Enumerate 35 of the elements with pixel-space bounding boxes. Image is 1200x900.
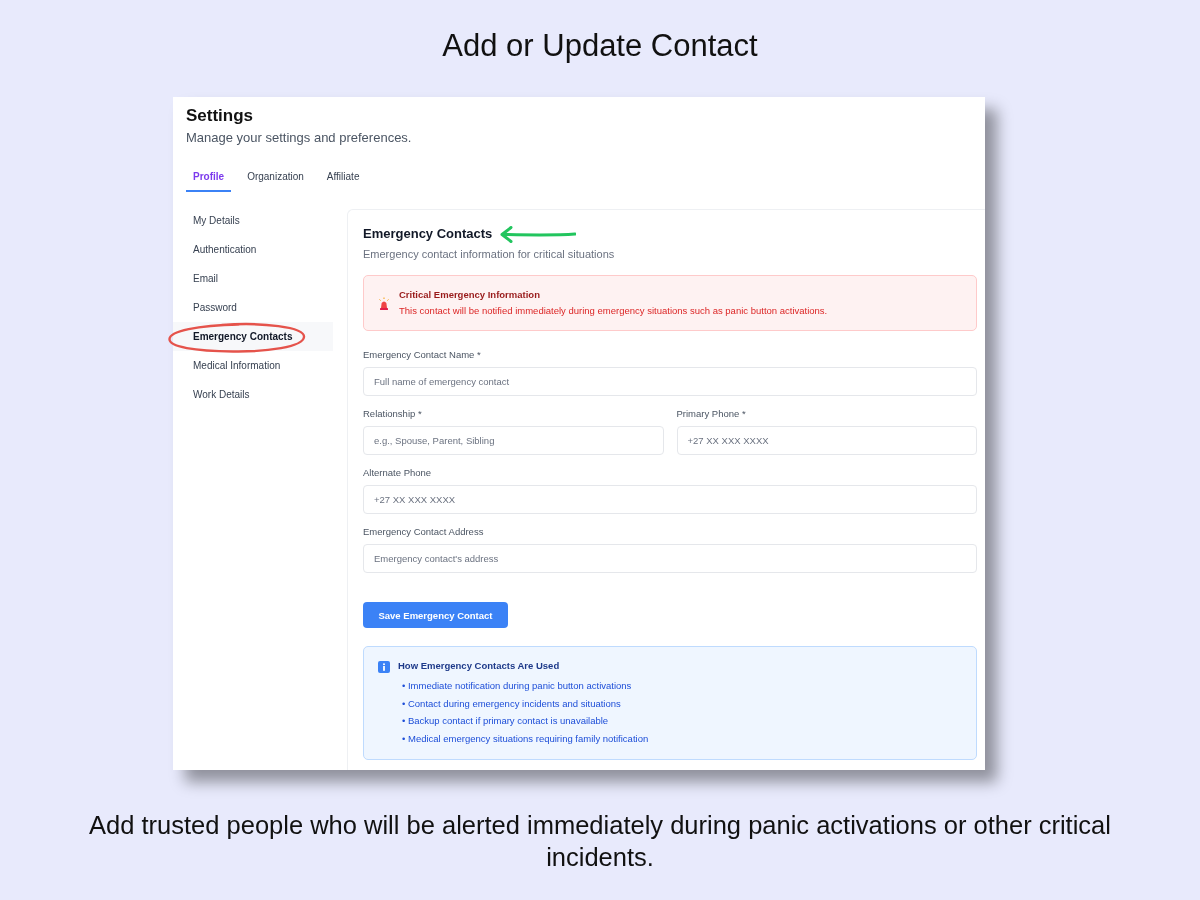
input-field[interactable]: +27 XX XXX XXXX — [363, 485, 977, 514]
sidebar-item[interactable]: My Details — [173, 206, 333, 235]
input-field[interactable]: +27 XX XXX XXXX — [676, 426, 977, 455]
input-field[interactable]: Full name of emergency contact — [363, 367, 977, 396]
settings-title: Settings — [186, 105, 255, 127]
input-field[interactable]: e.g., Spouse, Parent, Sibling — [363, 426, 664, 455]
siren-icon — [378, 296, 390, 310]
page-heading: Add or Update Contact — [442, 27, 758, 65]
field-label: Primary Phone * — [676, 408, 747, 420]
tab[interactable]: Profile — [186, 162, 232, 192]
field-label: Emergency Contact Address — [363, 526, 485, 538]
alert-title: Critical Emergency Information — [399, 288, 541, 302]
info-icon — [378, 661, 390, 673]
field-label: Relationship * — [363, 408, 423, 420]
info-item: • Contact during emergency incidents and situations — [401, 696, 622, 711]
sidebar-item[interactable]: Work Details — [173, 380, 333, 409]
info-item: • Backup contact if primary contact is unavailable — [401, 714, 610, 728]
info-title: How Emergency Contacts Are Used — [398, 659, 561, 673]
section-title: Emergency Contacts — [363, 225, 493, 243]
info-item: • Medical emergency situations requiring family notification — [401, 731, 649, 746]
alert-text: This contact will be notified immediately during emergency situations such as panic button activations. — [399, 304, 828, 318]
settings-subtitle: Manage your settings and preferences. — [186, 129, 413, 147]
info-item: • Immediate notification during panic button activations — [401, 679, 633, 693]
tab[interactable]: Affiliate — [319, 162, 367, 192]
section-subtitle: Emergency contact information for critical situations — [363, 247, 616, 261]
sidebar-item[interactable]: Authentication — [173, 235, 333, 264]
page-caption: Add trusted people who will be alerted immediately during panic activations or other critical incidents. — [88, 810, 1112, 873]
tab[interactable]: Organization — [240, 162, 311, 192]
field-label: Alternate Phone — [363, 467, 433, 479]
input-field[interactable]: Emergency contact's address — [363, 544, 977, 573]
field-label: Emergency Contact Name * — [363, 349, 482, 361]
save-button[interactable]: Save Emergency Contact — [363, 602, 508, 628]
sidebar-item[interactable]: Email — [173, 264, 333, 293]
sidebar-item[interactable]: Medical Information — [173, 351, 333, 380]
sidebar-item[interactable]: Password — [173, 293, 333, 322]
